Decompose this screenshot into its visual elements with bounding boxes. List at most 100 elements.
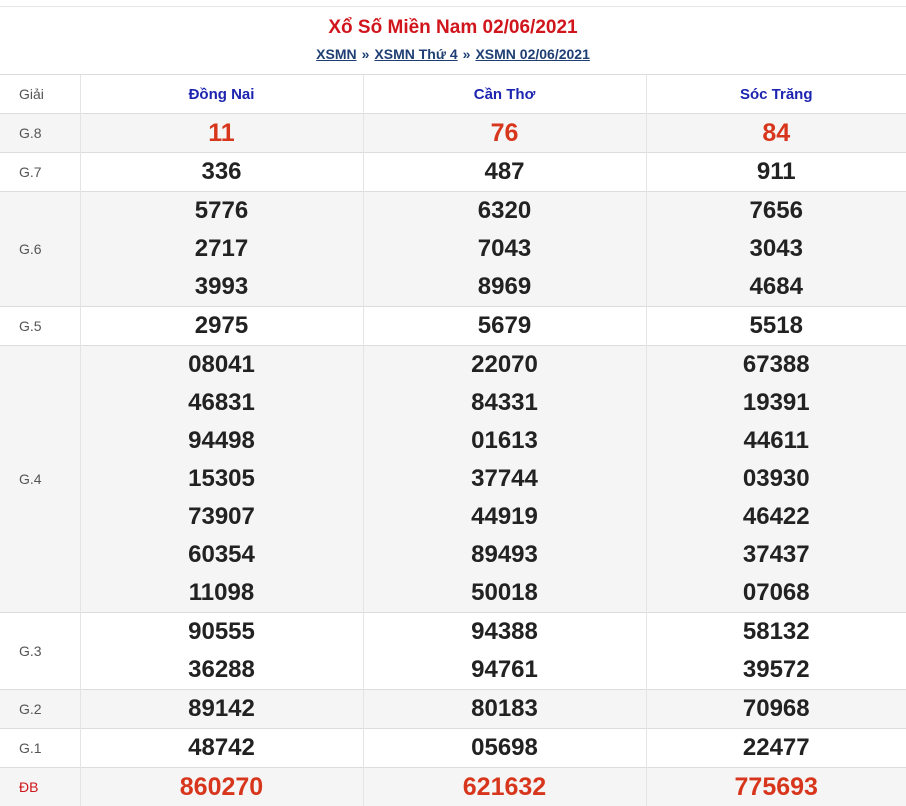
result-number: 60354 (81, 536, 363, 574)
result-number: 05698 (364, 729, 646, 767)
breadcrumb-xsmn-thu4-link[interactable]: XSMN Thứ 4 (374, 46, 457, 62)
result-cell: 89142 (80, 690, 363, 729)
result-number: 90555 (81, 613, 363, 651)
province-header-can-tho[interactable]: Cần Thơ (363, 75, 646, 114)
result-number: 84 (647, 114, 906, 152)
result-number: 94761 (364, 651, 646, 689)
prize-label: G.3 (0, 613, 80, 690)
result-number: 73907 (81, 498, 363, 536)
result-cell: 5679 (363, 307, 646, 346)
prize-label: G.6 (0, 192, 80, 307)
page-title: Xổ Số Miền Nam 02/06/2021 (0, 17, 906, 39)
page: Xổ Số Miền Nam 02/06/2021 XSMN »XSMN Thứ … (0, 0, 906, 804)
result-number: 03930 (647, 460, 906, 498)
result-cell: 775693 (646, 768, 906, 806)
prize-label: G.2 (0, 690, 80, 729)
result-cell: 80183 (363, 690, 646, 729)
result-number: 58132 (647, 613, 906, 651)
result-number: 19391 (647, 384, 906, 422)
result-number: 7043 (364, 230, 646, 268)
result-cell: 76 (363, 114, 646, 153)
result-number: 8969 (364, 268, 646, 306)
result-number: 50018 (364, 574, 646, 612)
result-number: 15305 (81, 460, 363, 498)
result-cell: 5776 2717 3993 (80, 192, 363, 307)
breadcrumb-xsmn-date-link[interactable]: XSMN 02/06/2021 (475, 46, 589, 62)
result-number: 84331 (364, 384, 646, 422)
result-cell: 08041 46831 94498 15305 73907 60354 1109… (80, 346, 363, 613)
prize-row-g5: G.5 2975 5679 5518 (0, 307, 906, 346)
result-number: 39572 (647, 651, 906, 689)
result-number: 5679 (364, 307, 646, 345)
result-number: 22070 (364, 346, 646, 384)
prize-label: G.4 (0, 346, 80, 613)
prize-row-g3: G.3 90555 36288 94388 94761 58132 39572 (0, 613, 906, 690)
prize-row-special: ĐB 860270 621632 775693 (0, 768, 906, 806)
province-header-dong-nai[interactable]: Đồng Nai (80, 75, 363, 114)
result-number: 94498 (81, 422, 363, 460)
result-number: 89493 (364, 536, 646, 574)
result-number: 11 (81, 114, 363, 152)
province-header-soc-trang[interactable]: Sóc Trăng (646, 75, 906, 114)
result-number: 2717 (81, 230, 363, 268)
result-number: 07068 (647, 574, 906, 612)
result-number: 2975 (81, 307, 363, 345)
result-number: 67388 (647, 346, 906, 384)
result-number: 44919 (364, 498, 646, 536)
prize-row-g6: G.6 5776 2717 3993 6320 7043 8969 7656 3… (0, 192, 906, 307)
result-number: 48742 (81, 729, 363, 767)
result-number: 46422 (647, 498, 906, 536)
result-number: 487 (364, 153, 646, 191)
result-cell: 911 (646, 153, 906, 192)
result-cell: 860270 (80, 768, 363, 806)
result-number: 7656 (647, 192, 906, 230)
prize-row-g2: G.2 89142 80183 70968 (0, 690, 906, 729)
result-cell: 22477 (646, 729, 906, 768)
prize-row-g4: G.4 08041 46831 94498 15305 73907 60354 … (0, 346, 906, 613)
result-cell: 67388 19391 44611 03930 46422 37437 0706… (646, 346, 906, 613)
result-number: 3043 (647, 230, 906, 268)
result-number: 76 (364, 114, 646, 152)
result-number: 22477 (647, 729, 906, 767)
breadcrumb-separator: » (362, 46, 370, 62)
result-cell: 05698 (363, 729, 646, 768)
result-number: 80183 (364, 690, 646, 728)
result-number: 01613 (364, 422, 646, 460)
result-cell: 2975 (80, 307, 363, 346)
result-number: 911 (647, 153, 906, 191)
prize-column-header: Giải (0, 75, 80, 114)
result-cell: 58132 39572 (646, 613, 906, 690)
prize-label: G.1 (0, 729, 80, 768)
result-cell: 487 (363, 153, 646, 192)
jackpot-number: 860270 (81, 768, 363, 806)
result-number: 336 (81, 153, 363, 191)
result-number: 89142 (81, 690, 363, 728)
table-header-row: Giải Đồng Nai Cần Thơ Sóc Trăng (0, 75, 906, 114)
result-cell: 22070 84331 01613 37744 44919 89493 5001… (363, 346, 646, 613)
result-number: 6320 (364, 192, 646, 230)
result-number: 36288 (81, 651, 363, 689)
result-number: 37437 (647, 536, 906, 574)
result-cell: 84 (646, 114, 906, 153)
prize-label: ĐB (0, 768, 80, 806)
prize-row-g8: G.8 11 76 84 (0, 114, 906, 153)
result-number: 37744 (364, 460, 646, 498)
result-cell: 11 (80, 114, 363, 153)
result-cell: 336 (80, 153, 363, 192)
result-cell: 48742 (80, 729, 363, 768)
breadcrumb-xsmn-link[interactable]: XSMN (316, 46, 356, 62)
result-cell: 7656 3043 4684 (646, 192, 906, 307)
breadcrumb: XSMN»XSMN Thứ 4»XSMN 02/06/2021 (0, 46, 906, 62)
result-number: 46831 (81, 384, 363, 422)
result-number: 4684 (647, 268, 906, 306)
prize-label: G.8 (0, 114, 80, 153)
result-number: 11098 (81, 574, 363, 612)
result-cell: 90555 36288 (80, 613, 363, 690)
result-number: 70968 (647, 690, 906, 728)
prize-row-g1: G.1 48742 05698 22477 (0, 729, 906, 768)
result-cell: 6320 7043 8969 (363, 192, 646, 307)
jackpot-number: 621632 (364, 768, 646, 806)
prize-row-g7: G.7 336 487 911 (0, 153, 906, 192)
prize-label: G.5 (0, 307, 80, 346)
prize-label: G.7 (0, 153, 80, 192)
